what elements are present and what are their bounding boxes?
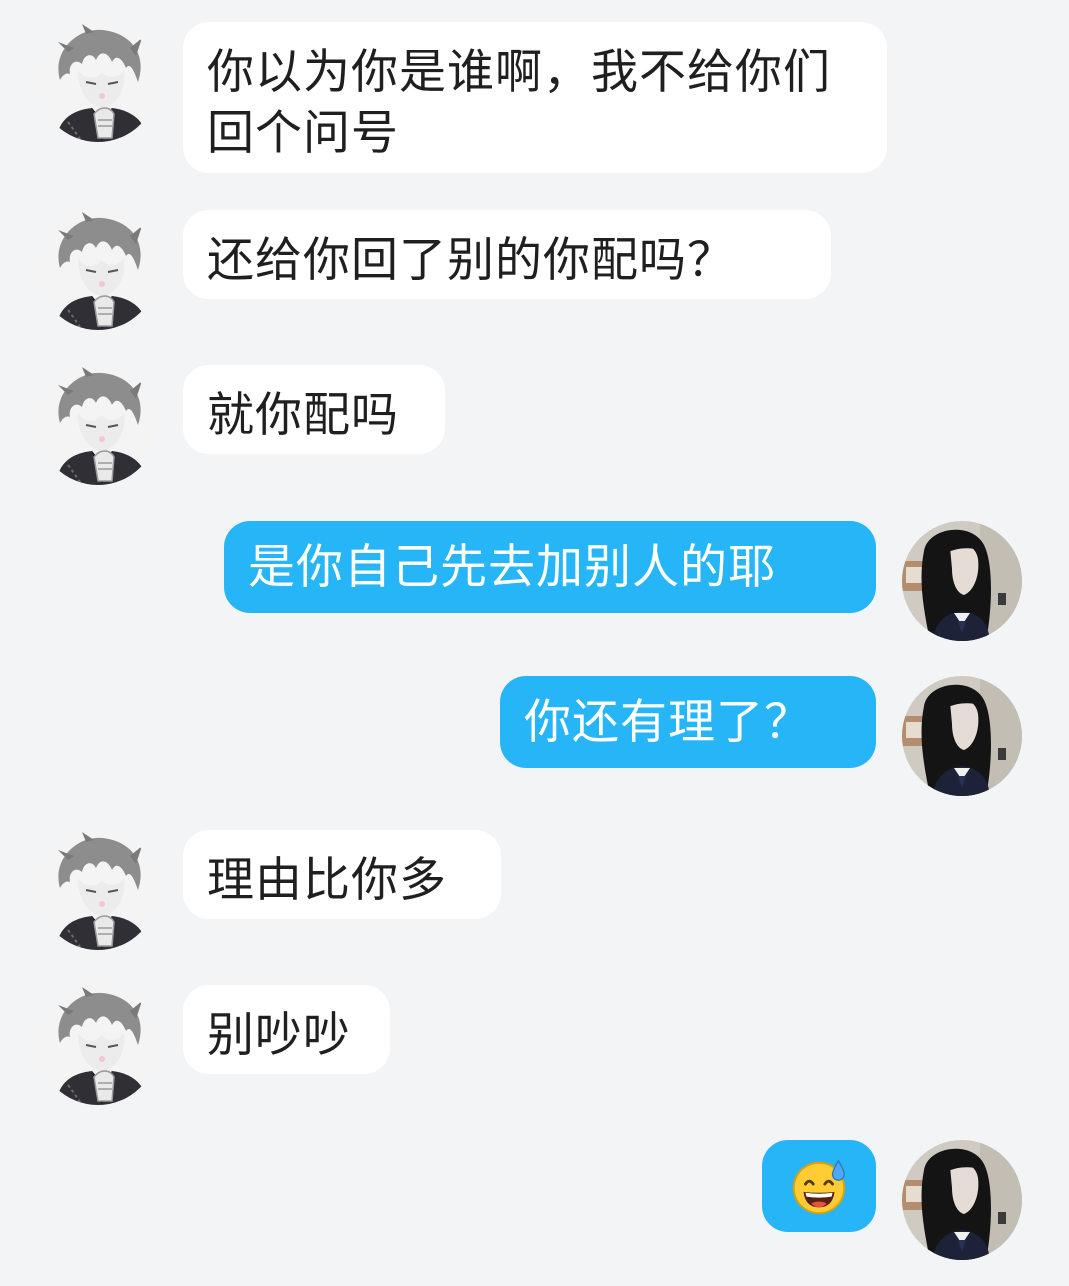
message-text: 是你自己先去加别人的耶 [248,540,776,595]
contact-avatar[interactable] [38,830,158,950]
message-bubble[interactable]: 就你配吗 [183,365,445,454]
contact-avatar[interactable] [38,22,158,142]
message-bubble[interactable]: 理由比你多 [183,830,501,919]
grinning-face-with-sweat-icon [788,1155,850,1217]
contact-avatar[interactable] [38,210,158,330]
message-bubble[interactable]: 你还有理了？ [500,676,876,768]
contact-avatar[interactable] [38,985,158,1105]
message-text: 就你配吗 [207,388,399,443]
my-avatar[interactable] [902,1140,1022,1260]
contact-avatar[interactable] [38,365,158,485]
message-bubble[interactable]: 是你自己先去加别人的耶 [224,521,876,613]
my-avatar[interactable] [902,676,1022,796]
message-bubble[interactable]: 还给你回了别的你配吗？ [183,210,831,299]
message-bubble[interactable]: 别吵吵 [183,985,390,1074]
message-text: 你以为你是谁啊，我不给你们回个问号 [207,45,831,161]
my-avatar[interactable] [902,521,1022,641]
message-text: 还给你回了别的你配吗？ [207,233,735,288]
message-text: 别吵吵 [207,1008,351,1063]
message-text: 理由比你多 [207,853,447,908]
message-bubble[interactable] [762,1140,876,1232]
message-text: 你还有理了？ [524,695,812,750]
message-bubble[interactable]: 你以为你是谁啊，我不给你们回个问号 [183,22,887,173]
